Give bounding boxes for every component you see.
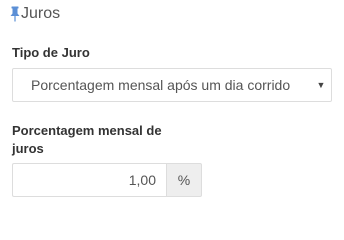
percent-addon: %: [166, 163, 202, 197]
section-title-text: Juros: [21, 5, 61, 22]
tipo-juro-label: Tipo de Juro: [12, 45, 90, 60]
pushpin-icon: [10, 5, 20, 23]
section-title: Juros: [10, 2, 60, 26]
porcentagem-label: Porcentagem mensal de juros: [12, 123, 162, 156]
porcentagem-input-group: %: [12, 163, 202, 197]
caret-down-icon: ▼: [316, 80, 326, 90]
tipo-juro-select[interactable]: Porcentagem mensal após um dia corrido ▼: [12, 68, 332, 102]
tipo-juro-selected-value: Porcentagem mensal após um dia corrido: [31, 77, 291, 93]
porcentagem-input[interactable]: [12, 163, 166, 197]
